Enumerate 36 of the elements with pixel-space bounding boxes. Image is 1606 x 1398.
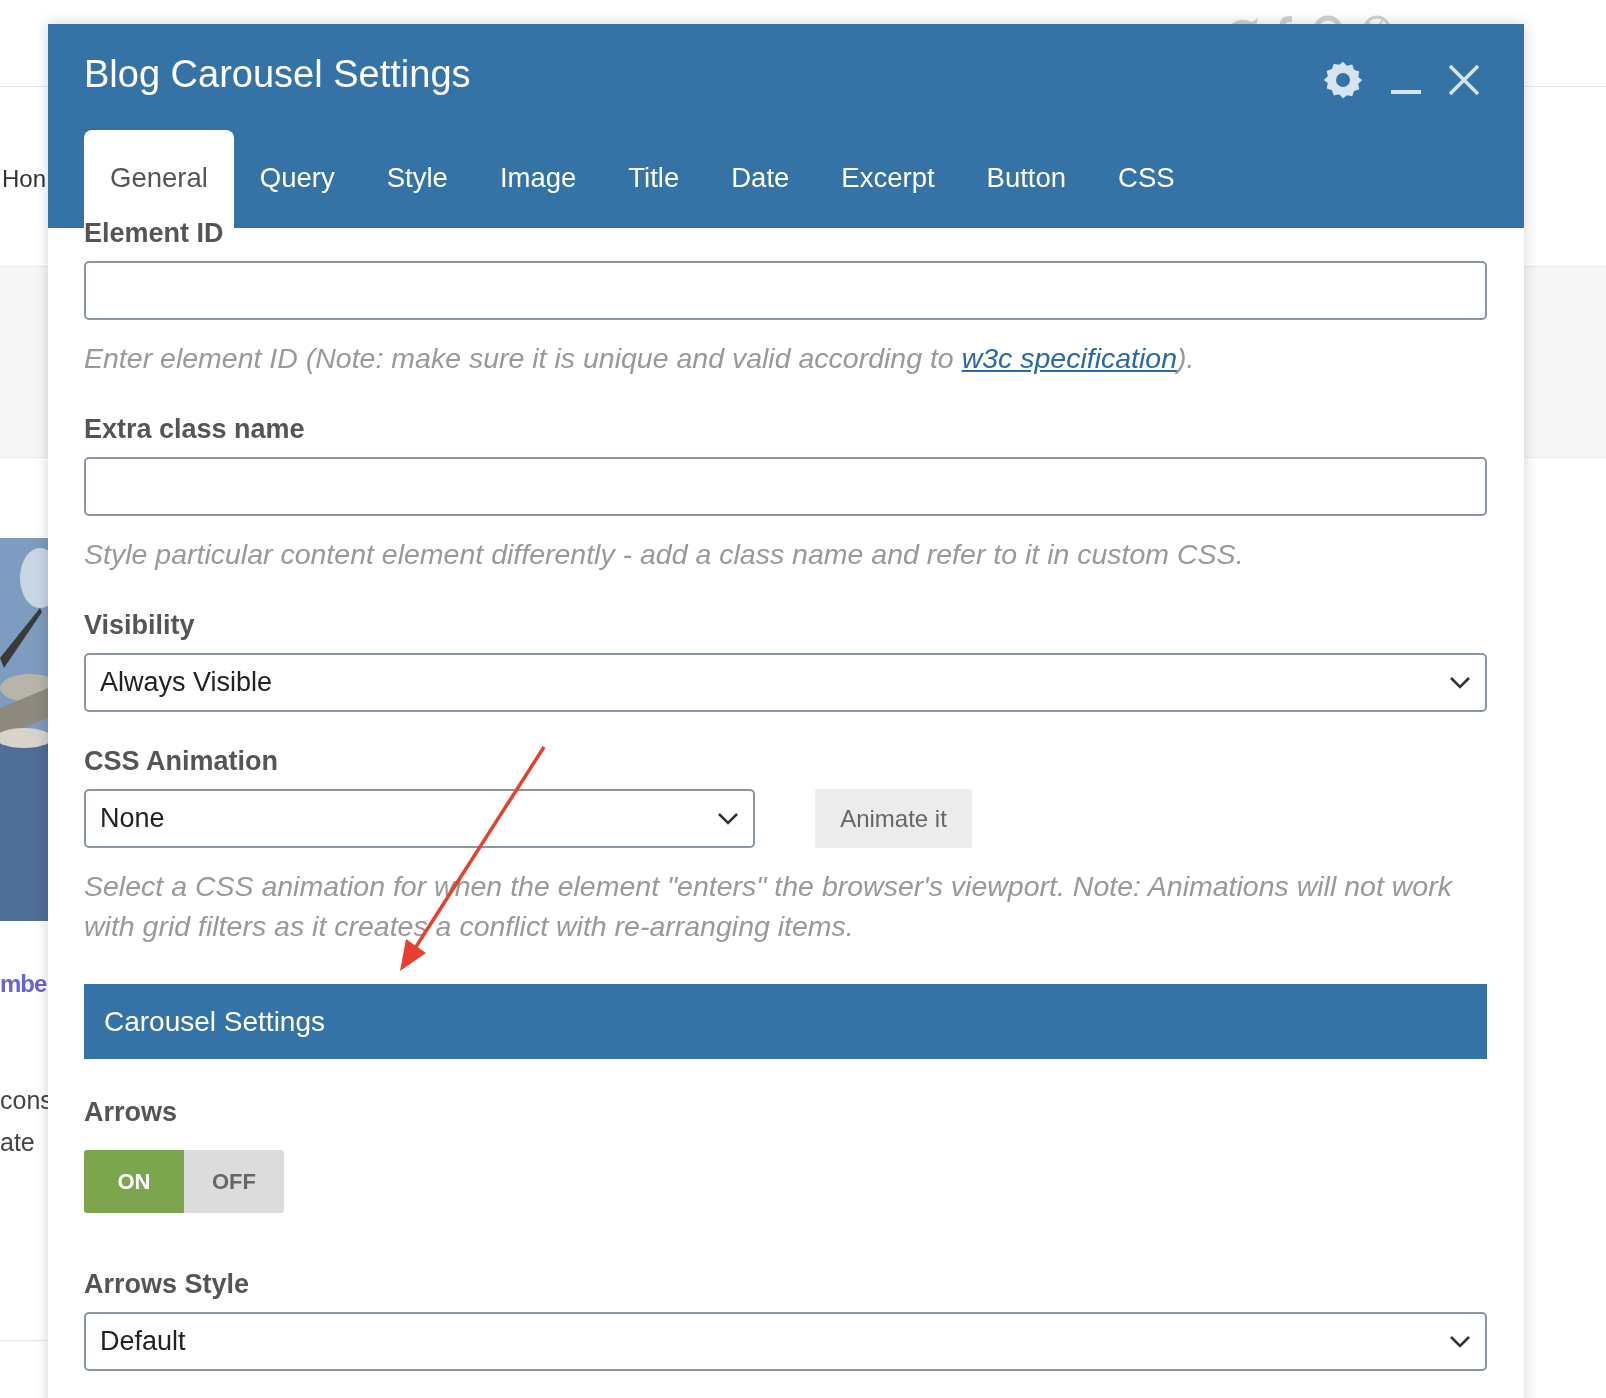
input-field[interactable] <box>84 457 1487 516</box>
dropdown[interactable]: Always Visible <box>84 653 1487 712</box>
tab[interactable]: Date <box>705 130 816 228</box>
field-label: CSS Animation <box>84 746 279 777</box>
chevron-down-icon <box>1449 1334 1471 1349</box>
nav-link[interactable]: Hon <box>2 165 47 193</box>
dropdown-value: Always Visible <box>100 667 273 698</box>
post-link[interactable]: mbe <box>0 970 47 998</box>
tab[interactable]: Excerpt <box>815 130 961 228</box>
tab[interactable]: Title <box>602 130 706 228</box>
text-line: ate <box>0 1128 35 1157</box>
help-text: Enter element ID (Note: make sure it is unique and valid according to w3c specification). <box>84 341 1196 376</box>
toggle-option[interactable]: OFF <box>184 1150 284 1213</box>
settings-icon[interactable] <box>1322 59 1364 101</box>
field-label: Visibility <box>84 610 196 641</box>
tab[interactable]: Style <box>360 130 474 228</box>
dropdown-value: None <box>100 803 165 834</box>
tab[interactable]: Button <box>960 130 1093 228</box>
chevron-down-icon <box>717 811 739 826</box>
dropdown[interactable]: None <box>84 789 755 848</box>
toggle-option[interactable]: ON <box>84 1150 184 1213</box>
field-label: Extra class name <box>84 414 306 445</box>
close-icon[interactable] <box>1448 64 1480 96</box>
chevron-down-icon <box>1449 675 1471 690</box>
section-header: Carousel Settings <box>84 984 1487 1059</box>
tab[interactable]: Query <box>233 130 361 228</box>
animate-button[interactable]: Animate it <box>815 789 972 848</box>
dialog-title: Blog Carousel Settings <box>84 52 471 96</box>
dropdown-value: Default <box>100 1326 186 1357</box>
input-field[interactable] <box>84 261 1487 320</box>
field-label: Arrows <box>84 1097 179 1128</box>
field-label: Arrows Style <box>84 1269 251 1300</box>
help-text: Style particular content element differently - add a class name and refer to it in custom CSS. <box>84 537 1245 572</box>
tab[interactable]: Image <box>473 130 603 228</box>
tab[interactable]: CSS <box>1092 130 1201 228</box>
dropdown[interactable]: Default <box>84 1312 1487 1371</box>
